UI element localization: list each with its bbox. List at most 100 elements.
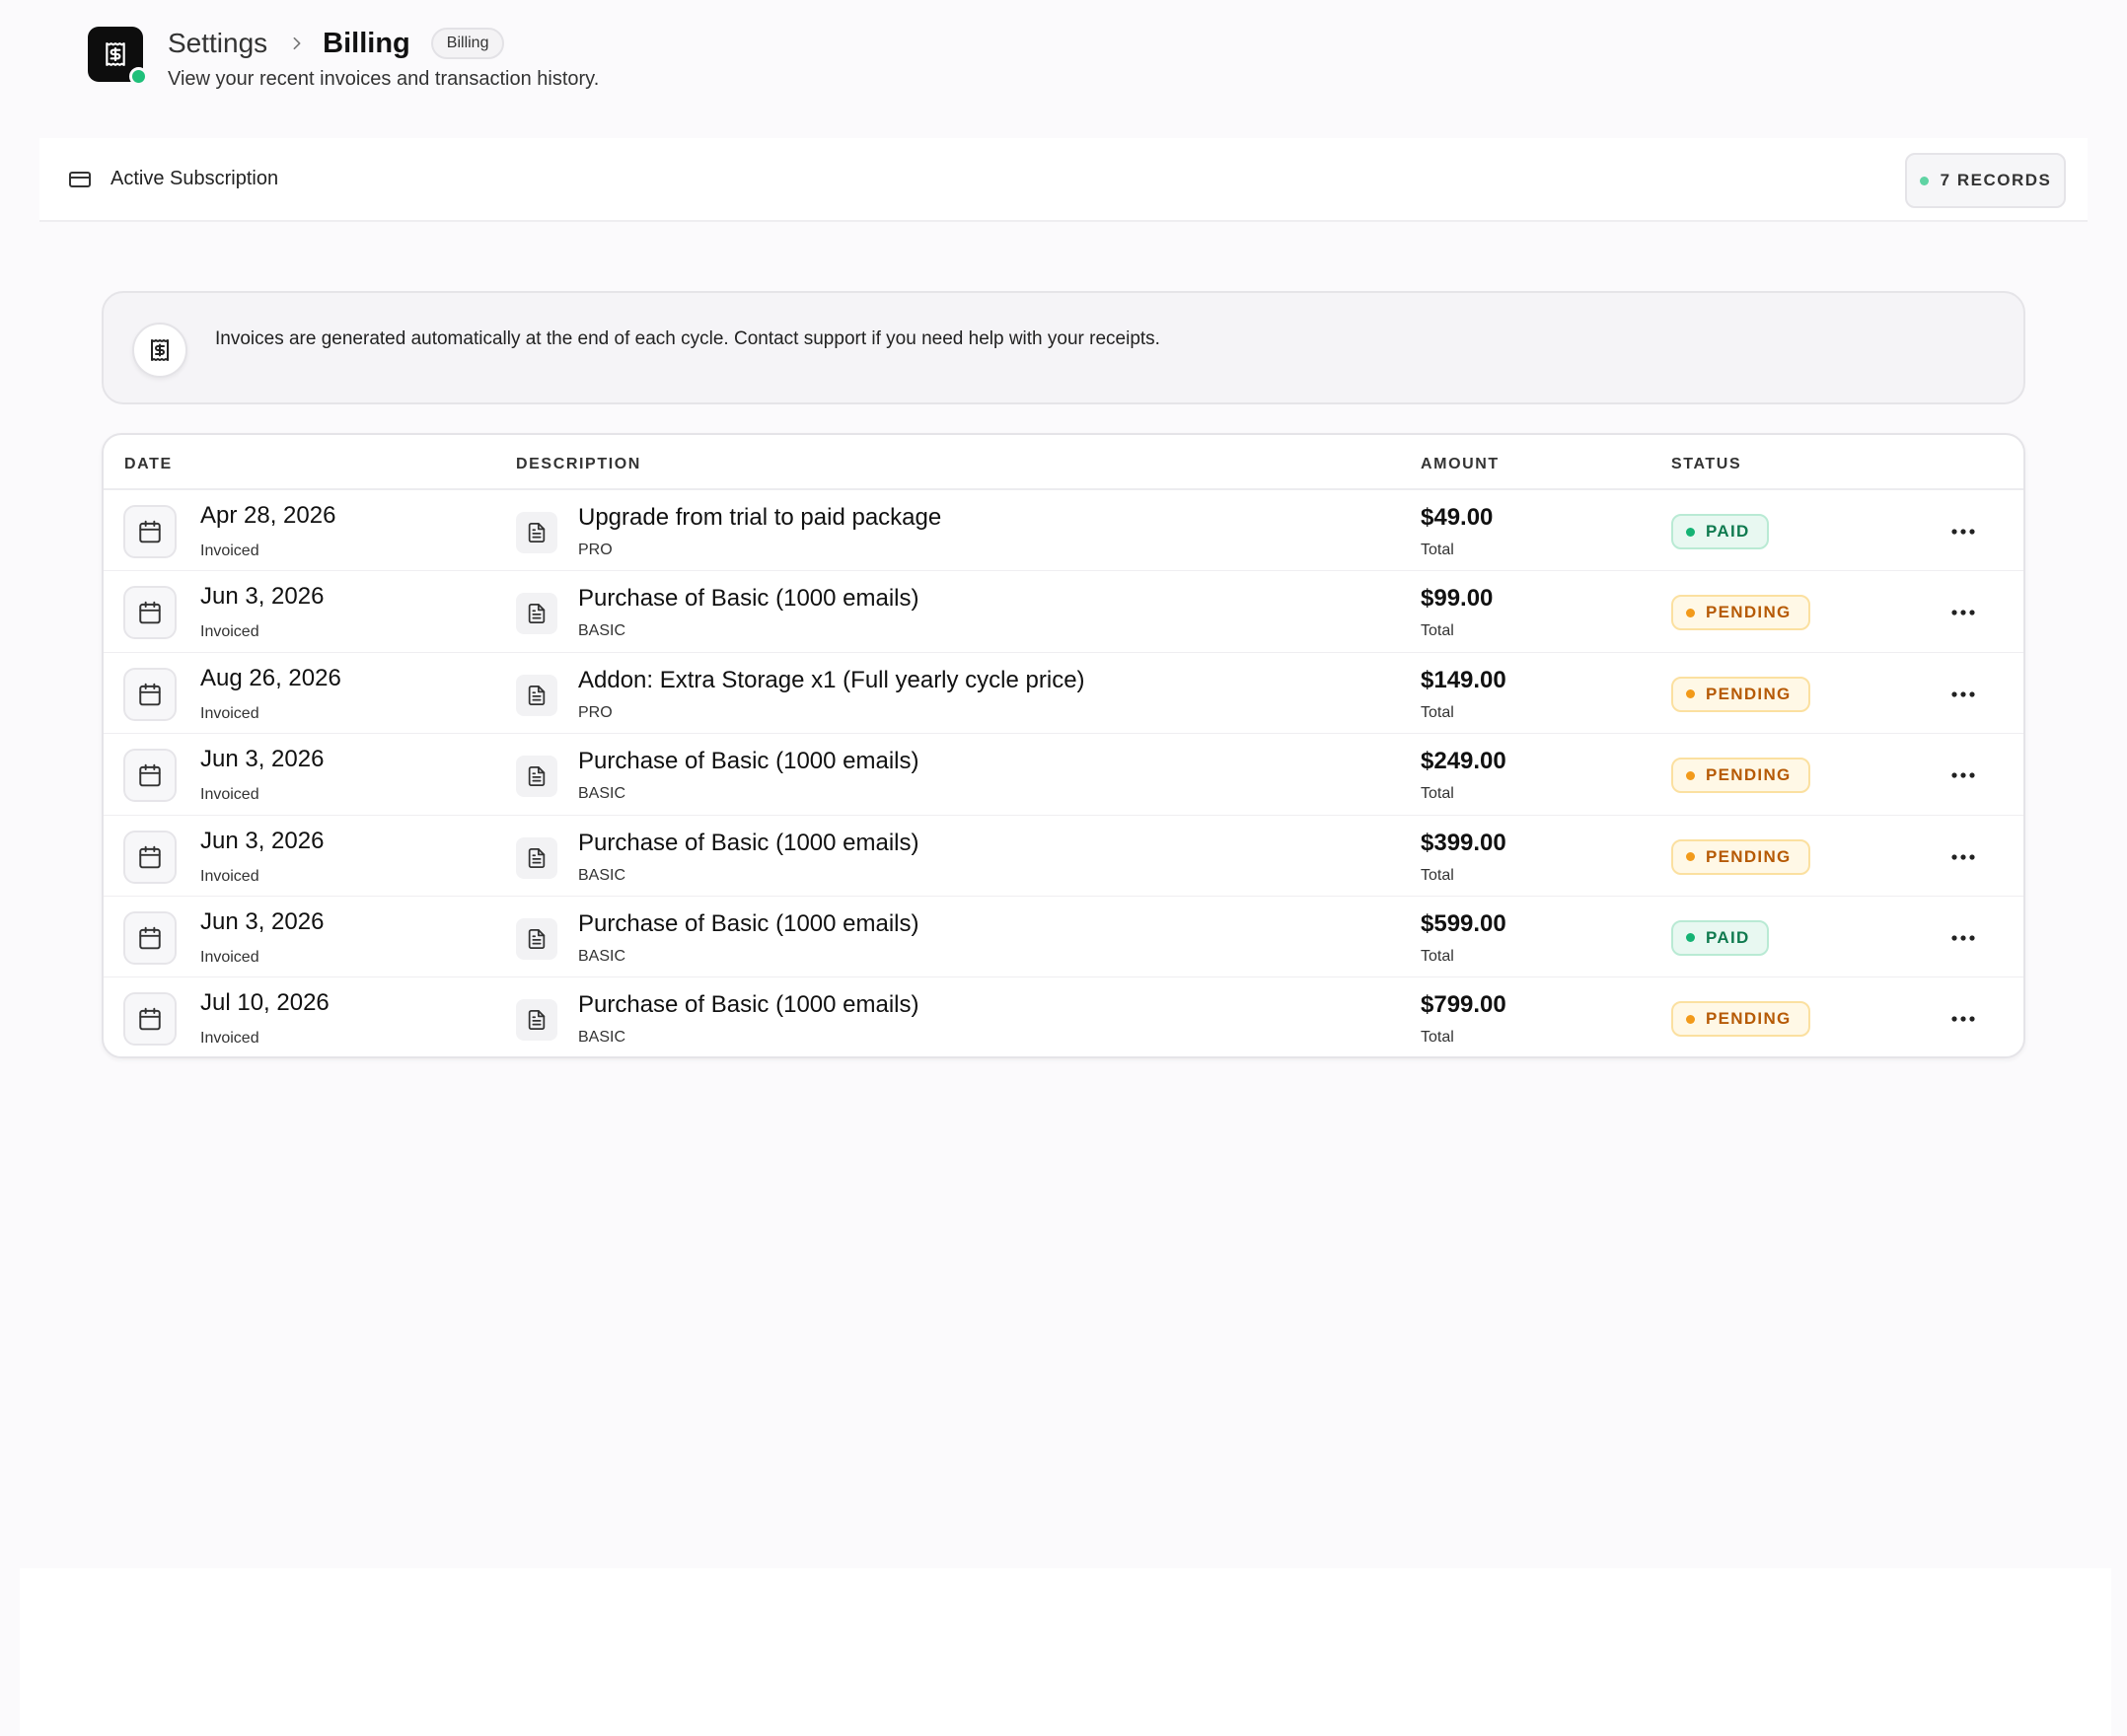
invoice-date: Jun 3, 2026 (200, 583, 325, 611)
status-badge: PAID (1671, 919, 1769, 956)
bottom-panel (20, 1568, 2111, 1736)
status-text: PENDING (1706, 603, 1792, 622)
document-icon (516, 512, 557, 553)
chevron-right-icon (289, 35, 305, 52)
more-horizontal-icon[interactable] (1948, 598, 1978, 627)
subscription-bar: Active Subscription 7 RECORDS (39, 138, 2088, 222)
table-row[interactable]: Aug 26, 2026 Invoiced Addon: Extra Stora… (104, 653, 2023, 735)
invoice-amount-label: Total (1421, 947, 1454, 965)
more-horizontal-icon[interactable] (1948, 680, 1978, 709)
calendar-icon (123, 830, 177, 884)
invoice-description: Purchase of Basic (1000 emails) (578, 909, 919, 937)
app-logo (88, 27, 148, 86)
invoice-amount: $799.00 (1421, 991, 1506, 1019)
status-text: PAID (1706, 927, 1750, 947)
receipt-dollar-icon (132, 323, 187, 378)
invoice-date: Jun 3, 2026 (200, 827, 325, 854)
status-badge: PENDING (1671, 758, 1810, 794)
page-badge: Billing (430, 28, 505, 59)
status-badge: PENDING (1671, 595, 1810, 631)
status-text: PENDING (1706, 684, 1792, 703)
receipt-dollar-icon (106, 42, 125, 66)
document-icon (516, 836, 557, 879)
invoice-amount: $149.00 (1421, 666, 1506, 693)
column-header-amount: AMOUNT (1421, 456, 1500, 472)
status-badge: PENDING (1671, 1001, 1810, 1038)
invoice-date: Jun 3, 2026 (200, 746, 325, 773)
invoice-date-label: Invoiced (200, 867, 259, 885)
calendar-icon (123, 749, 177, 803)
active-subscription-label: Active Subscription (110, 168, 279, 189)
more-horizontal-icon[interactable] (1948, 842, 1978, 872)
page-subtitle: View your recent invoices and transactio… (168, 68, 600, 90)
status-text: PAID (1706, 522, 1750, 541)
invoice-date: Aug 26, 2026 (200, 664, 341, 691)
status-badge: PENDING (1671, 838, 1810, 875)
document-icon (516, 999, 557, 1042)
invoice-plan: BASIC (578, 1029, 626, 1047)
status-dot (1686, 1014, 1695, 1024)
status-dot (1686, 933, 1695, 943)
credit-card-icon (68, 170, 92, 189)
invoice-date-label: Invoiced (200, 786, 259, 804)
breadcrumb-settings[interactable]: Settings (168, 28, 267, 59)
status-text: PENDING (1706, 765, 1792, 785)
more-horizontal-icon[interactable] (1948, 760, 1978, 790)
invoice-date-label: Invoiced (200, 704, 259, 722)
status-badge: PAID (1671, 514, 1769, 549)
table-body: Apr 28, 2026 Invoiced Upgrade from trial… (104, 490, 2023, 1056)
more-horizontal-icon[interactable] (1948, 923, 1978, 953)
more-horizontal-icon[interactable] (1948, 517, 1978, 546)
invoice-description: Purchase of Basic (1000 emails) (578, 748, 919, 775)
invoice-description: Purchase of Basic (1000 emails) (578, 991, 919, 1019)
document-icon (516, 917, 557, 960)
invoice-amount-label: Total (1421, 866, 1454, 884)
table-row[interactable]: Jun 3, 2026 Invoiced Purchase of Basic (… (104, 816, 2023, 897)
invoice-plan: BASIC (578, 866, 626, 884)
table-row[interactable]: Jul 10, 2026 Invoiced Purchase of Basic … (104, 977, 2023, 1056)
invoice-plan: BASIC (578, 947, 626, 965)
document-icon (516, 756, 557, 798)
invoice-date-label: Invoiced (200, 1030, 259, 1048)
invoice-date: Jun 3, 2026 (200, 907, 325, 935)
invoice-date-label: Invoiced (200, 542, 259, 559)
table-row[interactable]: Jun 3, 2026 Invoiced Purchase of Basic (… (104, 734, 2023, 816)
table-row[interactable]: Jun 3, 2026 Invoiced Purchase of Basic (… (104, 571, 2023, 653)
more-horizontal-icon[interactable] (1948, 1004, 1978, 1034)
calendar-icon (123, 505, 177, 558)
invoice-amount: $599.00 (1421, 909, 1506, 937)
invoice-amount-label: Total (1421, 785, 1454, 803)
document-icon (516, 593, 557, 635)
table-row[interactable]: Apr 28, 2026 Invoiced Upgrade from trial… (104, 490, 2023, 572)
breadcrumb-billing: Billing (323, 27, 410, 59)
invoice-date: Jul 10, 2026 (200, 989, 330, 1017)
calendar-icon (123, 910, 177, 965)
calendar-icon (123, 667, 177, 721)
calendar-icon (123, 992, 177, 1047)
invoice-description: Purchase of Basic (1000 emails) (578, 585, 919, 613)
table-header: DATE DESCRIPTION AMOUNT STATUS (104, 435, 2023, 490)
invoice-description: Addon: Extra Storage x1 (Full yearly cyc… (578, 666, 1085, 693)
invoice-date: Apr 28, 2026 (200, 502, 336, 529)
breadcrumb: Settings Billing Billing (168, 27, 599, 60)
records-status-dot (1919, 176, 1929, 185)
invoices-table: DATE DESCRIPTION AMOUNT STATUS Apr 28, 2… (102, 433, 2025, 1058)
invoice-plan: BASIC (578, 622, 626, 640)
invoice-date-label: Invoiced (200, 948, 259, 966)
records-count-badge: 7 RECORDS (1905, 153, 2066, 208)
status-text: PENDING (1706, 1009, 1792, 1029)
notice-text: Invoices are generated automatically at … (215, 328, 1160, 349)
invoice-plan: PRO (578, 703, 613, 721)
document-icon (516, 674, 557, 716)
invoice-date-label: Invoiced (200, 623, 259, 641)
invoice-amount: $99.00 (1421, 585, 1494, 613)
invoice-amount-label: Total (1421, 1029, 1454, 1047)
status-dot (1686, 608, 1695, 617)
column-header-status: STATUS (1671, 456, 1742, 472)
invoice-plan: BASIC (578, 785, 626, 803)
invoice-amount: $49.00 (1421, 504, 1494, 531)
status-dot (1686, 852, 1695, 862)
info-notice: Invoices are generated automatically at … (102, 291, 2025, 404)
table-row[interactable]: Jun 3, 2026 Invoiced Purchase of Basic (… (104, 897, 2023, 978)
invoice-plan: PRO (578, 542, 613, 558)
